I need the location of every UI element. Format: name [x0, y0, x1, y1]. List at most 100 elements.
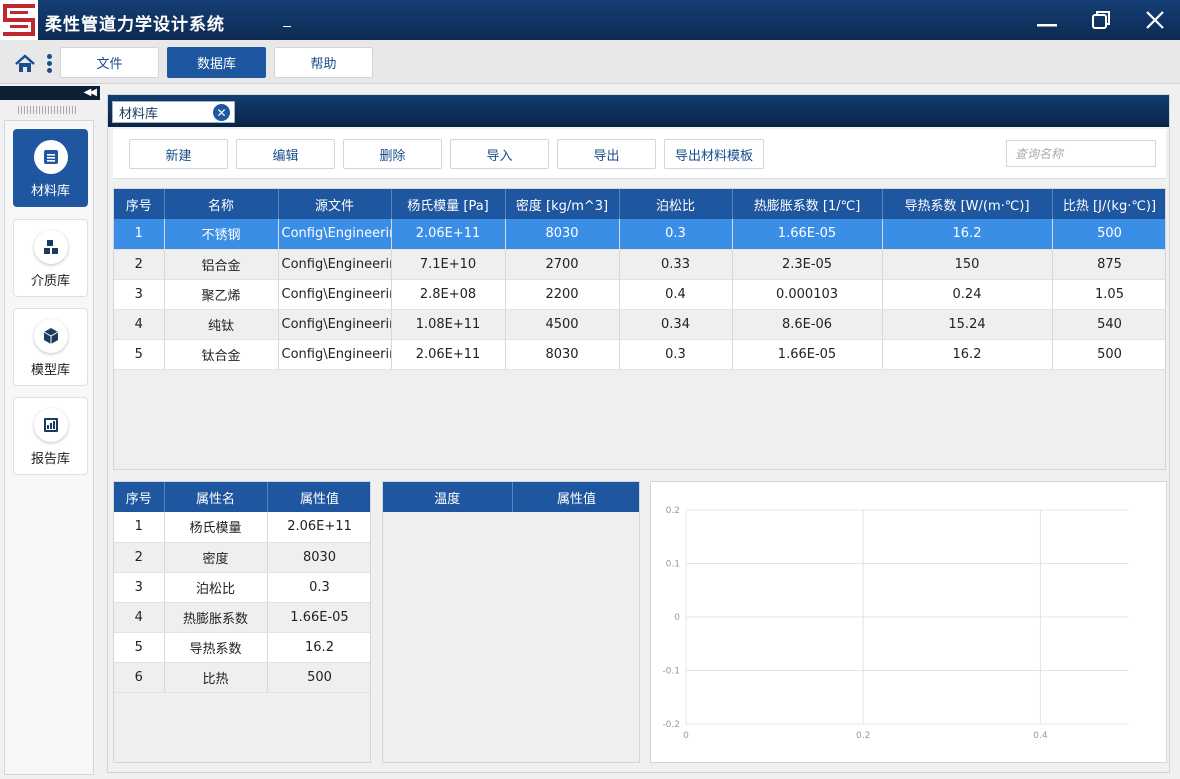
table-cell: 500	[1052, 339, 1165, 370]
table-cell: 2	[114, 542, 165, 573]
table-row[interactable]: 3 泊松比 0.3	[114, 572, 370, 603]
sidebar-item-models[interactable]: 模型库	[13, 308, 88, 386]
delete-button[interactable]: 删除	[343, 139, 442, 169]
table-cell: 150	[882, 249, 1053, 280]
home-button[interactable]	[12, 52, 38, 76]
table-cell: Config\Engineering	[278, 309, 392, 340]
materials-column-header[interactable]: 源文件	[278, 189, 392, 219]
materials-column-header[interactable]: 热膨胀系数 [1/℃]	[732, 189, 883, 219]
sidebar-item-label: 材料库	[30, 184, 70, 199]
table-row[interactable]: 5 导热系数 16.2	[114, 632, 370, 663]
table-cell: 16.2	[882, 219, 1053, 250]
collapse-sidebar-icon[interactable]: ◀◀	[84, 87, 97, 98]
table-cell: 6	[114, 662, 165, 693]
table-cell: 泊松比	[164, 572, 268, 603]
close-tab-icon[interactable]: ✕	[213, 104, 230, 121]
sidebar-item-media[interactable]: 介质库	[13, 219, 88, 297]
temperature-column-header[interactable]: 属性值	[512, 482, 639, 512]
table-row[interactable]: 4 热膨胀系数 1.66E-05	[114, 602, 370, 633]
minimize-button[interactable]	[1032, 6, 1062, 34]
table-cell: 2.06E+11	[267, 512, 370, 543]
table-cell: 16.2	[267, 632, 370, 663]
table-cell: 0.24	[882, 279, 1053, 310]
restore-icon	[1092, 11, 1110, 29]
app-logo-icon	[0, 0, 38, 40]
materials-column-header[interactable]: 泊松比	[619, 189, 733, 219]
sidebar-item-materials[interactable]: 材料库	[13, 129, 88, 207]
table-cell: 2.06E+11	[391, 219, 506, 250]
sidebar-item-label: 介质库	[30, 274, 70, 289]
table-cell: 聚乙烯	[164, 279, 279, 310]
menu-bar: 文件 数据库 帮助	[0, 40, 1180, 84]
table-row[interactable]: 2铝合金Config\Engineering7.1E+1027000.332.3…	[114, 249, 1165, 280]
close-window-button[interactable]	[1140, 6, 1170, 34]
sidebar: 材料库 介质库 模型库 报告库	[4, 120, 94, 775]
table-row[interactable]: 1不锈钢Config\Engineering2.06E+1180300.31.6…	[114, 219, 1165, 250]
table-row[interactable]: 2 密度 8030	[114, 542, 370, 573]
table-cell: 4500	[505, 309, 620, 340]
report-icon	[33, 408, 68, 442]
table-cell: 2700	[505, 249, 620, 280]
x-tick-label: 0.4	[1033, 731, 1048, 741]
restore-button[interactable]	[1086, 6, 1116, 34]
y-tick-label: 0.1	[666, 560, 680, 570]
main-panel: 材料库 ✕ 新建 编辑 删除 导入 导出 导出材料模板 序号名称源文件杨氏模量 …	[107, 94, 1170, 773]
materials-column-header[interactable]: 比热 [J/(kg·℃)]	[1052, 189, 1165, 219]
tab-materials[interactable]: 材料库 ✕	[112, 101, 235, 123]
cube-icon	[33, 319, 68, 353]
materials-column-header[interactable]: 杨氏模量 [Pa]	[391, 189, 506, 219]
export-template-button[interactable]: 导出材料模板	[664, 139, 764, 169]
table-cell: 密度	[164, 542, 268, 573]
properties-column-header[interactable]: 序号	[114, 482, 165, 512]
table-cell: 3	[114, 279, 165, 310]
table-cell: 1	[114, 219, 165, 250]
menu-tab-database[interactable]: 数据库	[167, 47, 266, 78]
materials-column-header[interactable]: 序号	[114, 189, 165, 219]
table-cell: 导热系数	[164, 632, 268, 663]
new-button[interactable]: 新建	[129, 139, 228, 169]
table-cell: 2200	[505, 279, 620, 310]
materials-column-header[interactable]: 名称	[164, 189, 279, 219]
temperature-column-header[interactable]: 温度	[383, 482, 513, 512]
table-row[interactable]: 5钛合金Config\Engineering2.06E+1180300.31.6…	[114, 339, 1165, 370]
table-cell: 5	[114, 632, 165, 663]
table-cell: 8.6E-06	[732, 309, 883, 340]
table-cell: 0.34	[619, 309, 733, 340]
menu-tab-help[interactable]: 帮助	[274, 47, 373, 78]
materials-column-header[interactable]: 导热系数 [W/(m·℃)]	[882, 189, 1053, 219]
edit-button[interactable]: 编辑	[236, 139, 335, 169]
y-tick-label: 0.2	[666, 506, 680, 516]
table-cell: 钛合金	[164, 339, 279, 370]
menu-tab-file[interactable]: 文件	[60, 47, 159, 78]
home-icon	[15, 54, 35, 72]
import-button[interactable]: 导入	[450, 139, 549, 169]
table-cell: 7.1E+10	[391, 249, 506, 280]
x-tick-label: 0	[683, 731, 689, 741]
table-cell: 纯钛	[164, 309, 279, 340]
sidebar-grip[interactable]	[18, 106, 78, 114]
table-cell: 8030	[505, 219, 620, 250]
table-cell: 杨氏模量	[164, 512, 268, 543]
table-row[interactable]: 3聚乙烯Config\Engineering2.8E+0822000.40.00…	[114, 279, 1165, 310]
table-row[interactable]: 1 杨氏模量 2.06E+11	[114, 512, 370, 543]
list-icon	[33, 140, 68, 174]
properties-column-header[interactable]: 属性值	[267, 482, 370, 512]
property-chart: 0.2 0.1 0 -0.1 -0.2 0 0.2 0.4	[650, 481, 1167, 763]
more-menu-icon[interactable]	[47, 54, 53, 74]
title-bar: 柔性管道力学设计系统	[0, 0, 1180, 40]
table-row[interactable]: 4纯钛Config\Engineering1.08E+1145000.348.6…	[114, 309, 1165, 340]
table-cell: 4	[114, 309, 165, 340]
table-row[interactable]: 6 比热 500	[114, 662, 370, 693]
table-cell: 875	[1052, 249, 1165, 280]
properties-column-header[interactable]: 属性名	[164, 482, 268, 512]
table-cell: 2	[114, 249, 165, 280]
y-tick-label: -0.2	[662, 720, 680, 730]
materials-column-header[interactable]: 密度 [kg/m^3]	[505, 189, 620, 219]
search-input[interactable]	[1006, 140, 1156, 167]
y-tick-label: 0	[674, 613, 680, 623]
table-cell: 0.3	[619, 339, 733, 370]
table-cell: Config\Engineering	[278, 279, 392, 310]
export-button[interactable]: 导出	[557, 139, 656, 169]
sidebar-item-reports[interactable]: 报告库	[13, 397, 88, 475]
sidebar-item-label: 报告库	[30, 452, 70, 467]
